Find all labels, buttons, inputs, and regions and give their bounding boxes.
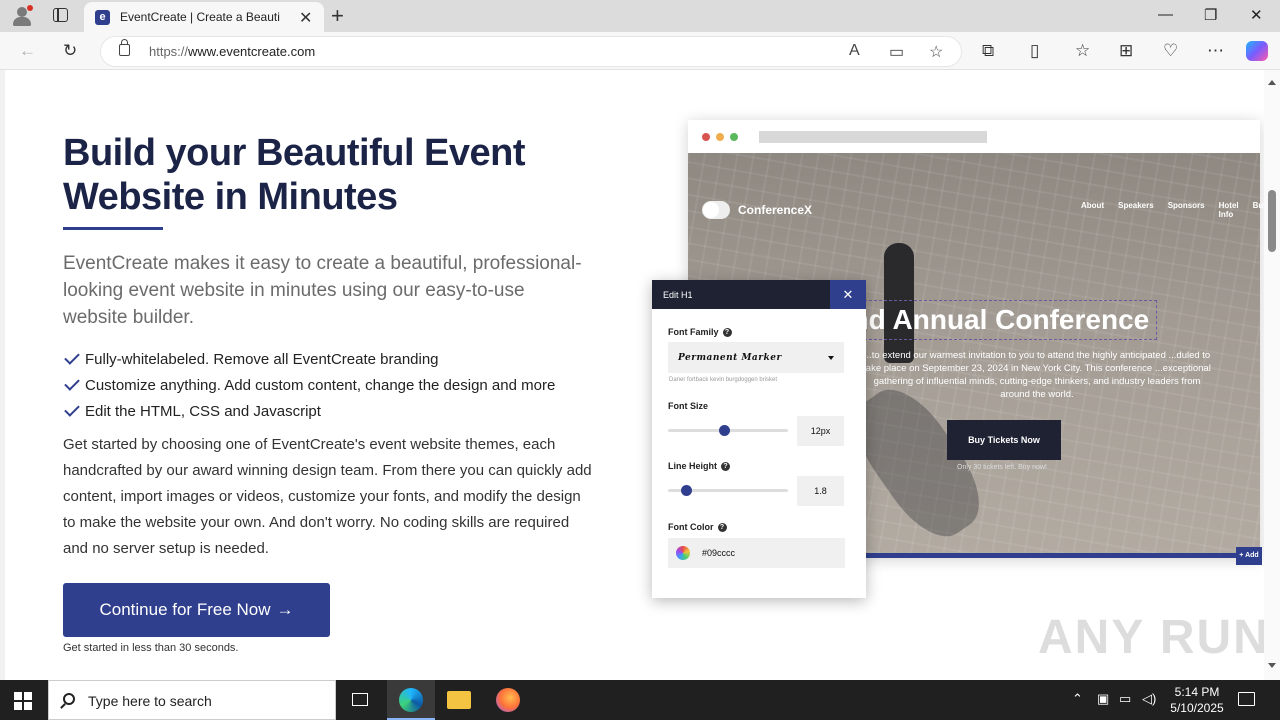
title-divider: [63, 227, 163, 230]
extensions-icon[interactable]: ⧉: [982, 41, 994, 61]
checkmark-icon: [64, 375, 80, 391]
preview-heading[interactable]: 2nd Annual Conference: [829, 300, 1157, 340]
hero-title: Build your Beautiful Event Website in Mi…: [63, 132, 526, 218]
lock-icon[interactable]: [119, 39, 130, 56]
address-bar[interactable]: https://www.eventcreate.com A ▭ ☆: [100, 36, 962, 67]
profile-icon[interactable]: [11, 5, 33, 27]
system-clock[interactable]: 5:14 PM 5/10/2025: [1166, 684, 1228, 716]
preview-buy-button: Buy Tickets Now: [947, 420, 1061, 460]
font-color-input[interactable]: #09cccc: [668, 538, 845, 568]
close-window-icon[interactable]: ✕: [1250, 6, 1263, 24]
line-height-label: Line Height?: [668, 461, 730, 471]
taskbar: Type here to search ⌃ ▣ ▭ ◁) 5:14 PM 5/1…: [0, 680, 1280, 720]
taskbar-search[interactable]: Type here to search: [48, 680, 336, 720]
preview-nav: About Speakers Sponsors Hotel Info Buy: [1081, 201, 1268, 219]
favorite-star-icon[interactable]: ☆: [929, 42, 943, 62]
panel-title: Edit H1: [663, 290, 693, 300]
scroll-up-icon[interactable]: [1268, 80, 1276, 85]
device-icon[interactable]: ▣: [1097, 691, 1109, 707]
preview-nav-item: Hotel Info: [1218, 201, 1239, 219]
preview-note: Only 30 tickets left. Buy now!: [957, 464, 1047, 471]
arrow-right-icon: →: [276, 600, 294, 619]
tab-title: EventCreate | Create a Beautiful E: [120, 10, 280, 24]
preview-nav-item: Speakers: [1118, 201, 1154, 210]
help-icon[interactable]: ?: [717, 522, 727, 532]
immersive-reader-icon[interactable]: ▭: [889, 42, 904, 62]
edge-taskbar-button[interactable]: [387, 680, 435, 720]
browser-toolbar: ← ↻ https://www.eventcreate.com A ▭ ☆ ⧉ …: [0, 32, 1280, 70]
collections-icon[interactable]: ⊞: [1119, 41, 1133, 61]
folder-icon: [447, 691, 471, 709]
firefox-icon: [496, 688, 520, 712]
close-icon[interactable]: ✕: [830, 280, 866, 309]
firefox-taskbar-button[interactable]: [484, 680, 532, 720]
favorites-icon[interactable]: ☆: [1075, 41, 1090, 61]
file-explorer-button[interactable]: [435, 680, 483, 720]
continue-free-button[interactable]: Continue for Free Now →: [63, 583, 330, 637]
preview-nav-item: About: [1081, 201, 1105, 210]
url-text[interactable]: https://www.eventcreate.com: [149, 44, 315, 59]
more-menu-icon[interactable]: ⋯: [1207, 41, 1224, 61]
line-height-slider[interactable]: [668, 485, 788, 496]
list-item: Edit the HTML, CSS and Javascript: [63, 398, 623, 424]
scroll-thumb[interactable]: [1268, 190, 1276, 252]
line-height-input[interactable]: 1.8: [797, 476, 844, 506]
cta-subtext: Get started in less than 30 seconds.: [63, 642, 239, 654]
scroll-down-icon[interactable]: [1268, 663, 1276, 668]
refresh-icon[interactable]: ↻: [63, 41, 77, 61]
chevron-up-icon[interactable]: ⌃: [1072, 691, 1083, 707]
notification-icon[interactable]: [1238, 692, 1255, 706]
list-item: Customize anything. Add custom content, …: [63, 372, 623, 398]
font-family-label: Font Family?: [668, 327, 732, 337]
help-icon[interactable]: ?: [721, 461, 730, 471]
page-scrollbar[interactable]: [1264, 70, 1280, 680]
new-tab-icon[interactable]: +: [331, 3, 344, 29]
help-icon[interactable]: ?: [722, 327, 732, 337]
slider-handle[interactable]: [719, 425, 731, 436]
edge-icon: [399, 688, 423, 712]
font-family-select[interactable]: Permanent Marker: [668, 342, 844, 373]
chevron-down-icon: [828, 356, 834, 360]
favicon-icon: e: [95, 10, 110, 25]
page-viewport: Build your Beautiful Event Website in Mi…: [0, 70, 1280, 680]
checkmark-icon: [64, 349, 80, 365]
copilot-icon[interactable]: [1246, 41, 1268, 61]
hero-body: Get started by choosing one of EventCrea…: [63, 436, 592, 557]
task-view-icon: [352, 693, 368, 706]
preview-nav-item: Sponsors: [1167, 201, 1205, 210]
read-aloud-icon[interactable]: A: [849, 42, 860, 60]
preview-logo: [702, 201, 730, 219]
font-color-label: Font Color?: [668, 522, 727, 532]
restore-icon[interactable]: ❐: [1204, 6, 1217, 24]
preview-brand: ConferenceX: [738, 203, 813, 217]
back-icon[interactable]: ←: [19, 41, 36, 61]
volume-icon[interactable]: ◁): [1142, 691, 1156, 707]
tab-eventcreate[interactable]: e EventCreate | Create a Beautiful E ✕: [84, 2, 324, 32]
hero-lead: EventCreate makes it easy to create a be…: [63, 253, 582, 328]
font-size-label: Font Size: [668, 401, 708, 411]
preview-paragraph: ...to extend our warmest invitation to y…: [863, 350, 1211, 400]
preview-add-button: + Add: [1236, 547, 1262, 565]
search-icon: [63, 693, 75, 705]
browser-essentials-icon[interactable]: ♡: [1163, 41, 1178, 61]
watermark: ANY RUN: [1038, 611, 1270, 664]
color-picker-icon[interactable]: [676, 546, 690, 560]
close-tab-icon[interactable]: ✕: [299, 8, 312, 28]
feature-list: Fully-whitelabeled. Remove all EventCrea…: [63, 346, 623, 424]
tab-strip: e EventCreate | Create a Beautiful E ✕ +…: [0, 0, 1280, 32]
network-icon[interactable]: ▭: [1119, 691, 1131, 707]
font-size-slider[interactable]: [668, 425, 788, 436]
minimize-icon[interactable]: —: [1158, 6, 1173, 23]
list-item: Fully-whitelabeled. Remove all EventCrea…: [63, 346, 623, 372]
font-preview-text: Daner fortback kevin burgdoggen brisket: [669, 377, 778, 383]
task-view-button[interactable]: [336, 680, 384, 720]
split-screen-icon[interactable]: ▯: [1030, 41, 1039, 61]
font-size-input[interactable]: 12px: [797, 416, 844, 446]
tab-actions-icon[interactable]: [53, 8, 68, 22]
preview-browser-bar: [688, 120, 1260, 153]
windows-start-icon[interactable]: [14, 692, 32, 710]
edit-h1-panel: Edit H1 ✕ Font Family? Permanent Marker …: [652, 280, 866, 598]
checkmark-icon: [64, 401, 80, 417]
slider-handle[interactable]: [681, 485, 693, 496]
